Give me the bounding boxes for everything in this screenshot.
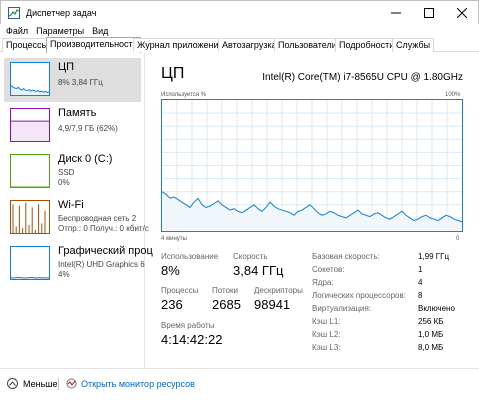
tab-app-history[interactable]: Журнал приложений	[133, 38, 228, 52]
detail-row: Сокетов: 1	[312, 265, 472, 278]
detail-value: 8	[418, 291, 423, 300]
processes-value: 236	[161, 297, 183, 312]
resource-monitor-icon	[66, 378, 77, 389]
detail-value: 1,0 МБ	[418, 330, 444, 339]
speed-value: 3,84 ГГц	[233, 263, 284, 278]
sidebar-item-subtitle-2: Отпр.: 0 Получ.: 0 кбит/с	[58, 224, 149, 233]
sidebar-item-cpu[interactable]: ЦП 8% 3,84 ГГц	[4, 58, 141, 102]
detail-row: Кэш L1: 256 КБ	[312, 317, 472, 330]
tab-processes[interactable]: Процессы	[2, 38, 53, 52]
disk-thumbnail	[10, 154, 50, 188]
sidebar-item-title: Графический проц	[58, 245, 153, 257]
detail-row: Логических процессоров: 8	[312, 291, 472, 304]
fewer-details-button[interactable]: Меньше	[7, 378, 58, 389]
bottom-bar: Меньше Открыть монитор ресурсов	[0, 368, 479, 400]
detail-row: Кэш L3: 8,0 МБ	[312, 343, 472, 356]
tab-details[interactable]: Подробности	[335, 38, 399, 52]
tab-startup[interactable]: Автозагрузка	[218, 38, 281, 52]
sidebar-item-subtitle: Беспроводная сеть 2	[58, 214, 137, 223]
cpu-model: Intel(R) Core(TM) i7-8565U CPU @ 1.80GHz	[262, 72, 463, 83]
detail-row: Виртуализация: Включено	[312, 304, 472, 317]
maximize-button[interactable]	[412, 1, 445, 24]
menu-file[interactable]: Файл	[6, 26, 28, 36]
detail-value: 1,99 ГГц	[418, 252, 450, 261]
sidebar-item-memory[interactable]: Память 4,9/7,9 ГБ (62%)	[4, 104, 141, 148]
window-title: Диспетчер задач	[26, 7, 97, 18]
sidebar-item-title: ЦП	[58, 61, 75, 73]
gpu-thumbnail	[10, 246, 50, 280]
detail-key: Кэш L1:	[312, 317, 341, 326]
maximize-icon	[423, 7, 434, 18]
sidebar: ЦП 8% 3,84 ГГц Память 4,9/7,9 ГБ (62%) Д…	[0, 53, 153, 368]
menu-view[interactable]: Вид	[92, 26, 108, 36]
title-bar: Диспетчер задач	[0, 0, 479, 24]
tab-users[interactable]: Пользователи	[274, 38, 341, 52]
uptime-label: Время работы	[161, 321, 215, 330]
cpu-thumbnail	[10, 62, 50, 96]
detail-key: Базовая скорость:	[312, 252, 380, 261]
tab-performance[interactable]: Производительность	[46, 37, 142, 53]
sidebar-item-disk[interactable]: Диск 0 (C:) SSD 0%	[4, 150, 141, 194]
thumb-gpu-line	[11, 276, 49, 279]
sidebar-item-subtitle: Intel(R) UHD Graphics 6	[58, 260, 145, 269]
detail-value: 8,0 МБ	[418, 343, 444, 352]
detail-key: Логических процессоров:	[312, 291, 406, 300]
wifi-thumbnail	[10, 200, 50, 234]
sidebar-item-title: Диск 0 (C:)	[58, 153, 113, 165]
detail-key: Кэш L2:	[312, 330, 341, 339]
uptime-value: 4:14:42:22	[161, 332, 223, 347]
handles-value: 98941	[254, 297, 291, 312]
menu-bar: Файл Параметры Вид	[0, 24, 479, 38]
sidebar-item-gpu[interactable]: Графический проц Intel(R) UHD Graphics 6…	[4, 242, 153, 286]
utilization-label: Используется %	[161, 92, 207, 98]
threads-label: Потоки	[212, 286, 239, 295]
close-button[interactable]	[445, 1, 478, 24]
page-title: ЦП	[161, 65, 185, 82]
thumb-mem-area	[11, 121, 49, 141]
detail-value: Включено	[418, 304, 455, 313]
close-icon	[456, 7, 467, 18]
usage-label: Использование	[161, 252, 219, 261]
zero-axis-label: 0	[456, 236, 460, 242]
tab-services[interactable]: Службы	[392, 38, 435, 52]
processes-label: Процессы	[161, 286, 199, 295]
sidebar-item-subtitle: 4,9/7,9 ГБ (62%)	[58, 124, 118, 133]
time-axis-label: 4 минуты	[161, 236, 187, 242]
detail-value: 1	[418, 265, 423, 274]
open-resource-monitor-label: Открыть монитор ресурсов	[81, 378, 195, 389]
threads-value: 2685	[212, 297, 241, 312]
detail-value: 256 КБ	[418, 317, 444, 326]
fewer-details-label: Меньше	[23, 378, 58, 389]
open-resource-monitor-link[interactable]: Открыть монитор ресурсов	[66, 378, 195, 389]
tab-strip: Процессы Производительность Журнал прило…	[0, 37, 479, 53]
minimize-icon	[390, 12, 401, 13]
sidebar-item-subtitle-2: 0%	[58, 178, 70, 187]
sidebar-item-title: Wi-Fi	[58, 199, 84, 211]
sidebar-item-subtitle-2: 4%	[58, 270, 70, 279]
menu-options[interactable]: Параметры	[36, 26, 84, 36]
detail-key: Виртуализация:	[312, 304, 372, 313]
usage-value: 8%	[161, 263, 180, 278]
cpu-utilization-graph	[161, 99, 463, 232]
detail-key: Кэш L3:	[312, 343, 341, 352]
detail-row: Кэш L2: 1,0 МБ	[312, 330, 472, 343]
sidebar-item-wifi[interactable]: Wi-Fi Беспроводная сеть 2 Отпр.: 0 Получ…	[4, 196, 149, 240]
task-manager-icon	[8, 6, 20, 19]
sidebar-item-title: Память	[58, 107, 97, 119]
sidebar-item-subtitle: 8% 3,84 ГГц	[58, 78, 103, 87]
utilization-max-label: 100%	[445, 92, 461, 98]
detail-value: 4	[418, 278, 423, 287]
memory-thumbnail	[10, 108, 50, 142]
sidebar-item-subtitle: SSD	[58, 168, 75, 177]
minimize-button[interactable]	[379, 1, 412, 24]
detail-key: Ядра:	[312, 278, 334, 287]
detail-row: Базовая скорость: 1,99 ГГц	[312, 252, 472, 265]
detail-key: Сокетов:	[312, 265, 345, 274]
divider	[58, 377, 59, 390]
detail-row: Ядра: 4	[312, 278, 472, 291]
handles-label: Дескрипторы	[254, 286, 303, 295]
chevron-up-icon	[7, 378, 18, 389]
speed-label: Скорость	[233, 252, 268, 261]
